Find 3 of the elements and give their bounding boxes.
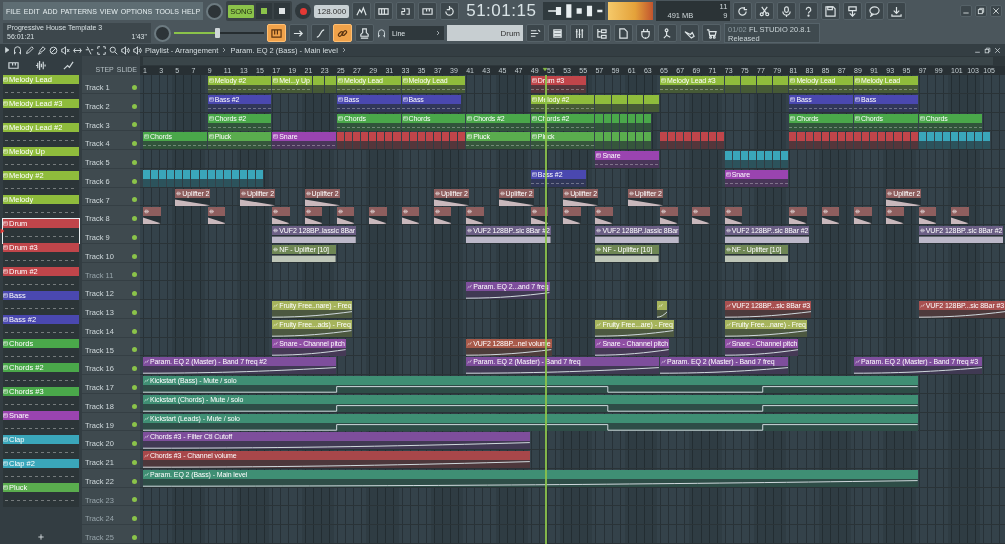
- tempo-display[interactable]: 128.000: [314, 4, 350, 18]
- time-display: 51:01:15: [465, 1, 538, 21]
- pattern-selector[interactable]: Drum: [447, 25, 523, 41]
